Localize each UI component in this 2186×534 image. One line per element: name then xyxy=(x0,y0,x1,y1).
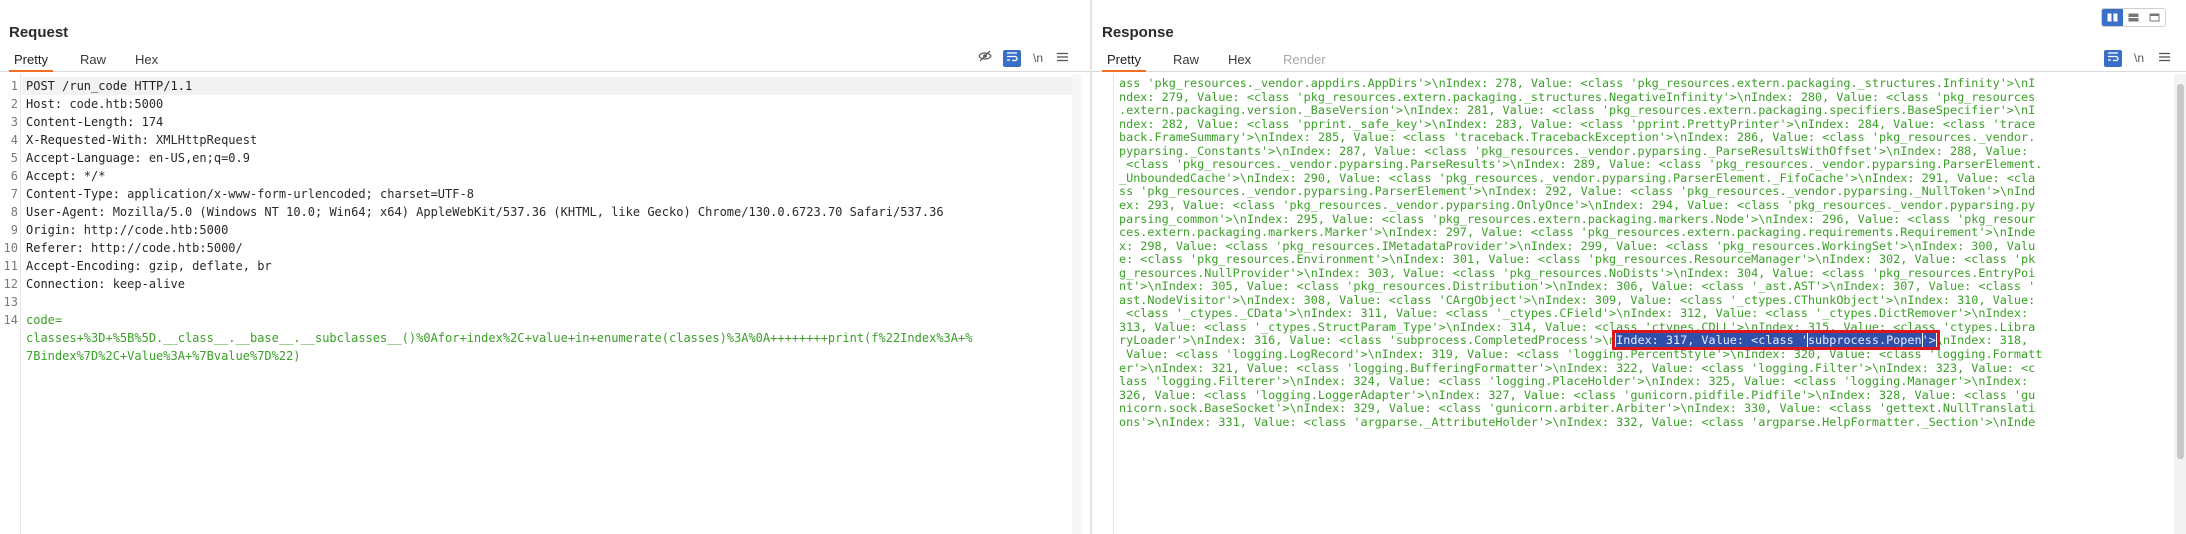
header-value: */* xyxy=(76,169,106,183)
header-name: Host: xyxy=(26,97,63,111)
stacked-layout-icon[interactable] xyxy=(2123,9,2144,26)
request-line: Content-Type: application/x-www-form-url… xyxy=(26,185,1080,203)
newline-toggle[interactable]: \n xyxy=(2130,50,2148,67)
response-editor[interactable]: ass 'pkg_resources._vendor.appdirs.AppDi… xyxy=(1119,74,2163,534)
response-scrollbar[interactable] xyxy=(2174,74,2186,534)
response-tab-render: Render xyxy=(1283,52,1326,67)
eye-slash-icon[interactable] xyxy=(976,50,994,67)
request-body-line-1: classes+%3D+%5B%5D.__class__.__base__.__… xyxy=(26,331,973,345)
header-value: code.htb:5000 xyxy=(62,97,164,111)
request-line: Host: code.htb:5000 xyxy=(26,95,1080,113)
line-gutter: 1 2 3 4 5 6 7 8 9 10 11 12 13 14 xyxy=(0,74,21,534)
header-value: http://code.htb:5000/ xyxy=(83,241,243,255)
line-number: 4 xyxy=(10,133,18,147)
response-title: Response xyxy=(1102,24,1174,41)
newline-toggle[interactable]: \n xyxy=(1029,50,1047,67)
header-value: keep-alive xyxy=(105,277,185,291)
request-line: Content-Length: 174 xyxy=(26,113,1080,131)
request-line: Accept-Encoding: gzip, deflate, br xyxy=(26,257,1080,275)
side-by-side-layout-icon[interactable] xyxy=(2102,9,2123,26)
request-line: code= xyxy=(26,311,1080,329)
line-number: 11 xyxy=(3,259,18,273)
response-tabs: Pretty Raw Hex Render xyxy=(1092,50,2186,72)
header-name: User-Agent: xyxy=(26,205,106,219)
response-tab-raw[interactable]: Raw xyxy=(1168,50,1204,72)
line-number: 8 xyxy=(10,205,18,219)
line-number: 1 xyxy=(10,79,18,93)
request-tab-hex[interactable]: Hex xyxy=(130,50,163,72)
header-name: Content-Type: xyxy=(26,187,120,201)
request-line: Origin: http://code.htb:5000 xyxy=(26,221,1080,239)
header-value: http://code.htb:5000 xyxy=(76,223,229,237)
request-line: Accept-Language: en-US,en;q=0.9 xyxy=(26,149,1080,167)
header-value: 174 xyxy=(134,115,164,129)
header-name: Accept: xyxy=(26,169,77,183)
request-line: X-Requested-With: XMLHttpRequest xyxy=(26,131,1080,149)
request-editor[interactable]: 1 2 3 4 5 6 7 8 9 10 11 12 13 14 POST /run_code HTTP/… xyxy=(0,74,1090,534)
request-line: POST /run_code HTTP/1.1 xyxy=(26,77,1080,95)
request-pane: Request Pretty Raw Hex \n 1 2 3 4 5 6 7 8 9 10 11 1… xyxy=(0,0,1090,534)
header-name: X-Requested-With: xyxy=(26,133,149,147)
request-tab-pretty[interactable]: Pretty xyxy=(9,50,53,72)
header-value: XMLHttpRequest xyxy=(148,133,258,147)
header-value: gzip, deflate, br xyxy=(141,259,272,273)
hamburger-icon[interactable] xyxy=(2156,50,2172,67)
line-number: 13 xyxy=(3,295,18,309)
response-tab-hex[interactable]: Hex xyxy=(1223,50,1256,72)
header-name: POST /run_code HTTP/1.1 xyxy=(26,79,193,93)
header-value: Mozilla/5.0 (Windows NT 10.0; Win64; x64… xyxy=(105,205,944,219)
wrap-icon[interactable] xyxy=(2104,50,2122,67)
header-value: en-US,en;q=0.9 xyxy=(141,151,250,165)
line-number: 7 xyxy=(10,187,18,201)
response-pane: Response Pretty Raw Hex Render \n ass 'p… xyxy=(1092,0,2186,534)
header-name: Accept-Language: xyxy=(26,151,142,165)
header-name: Content-Length: xyxy=(26,115,135,129)
request-body-line-2: 7Bindex%7D%2C+Value%3A+%7Bvalue%7D%22) xyxy=(26,349,301,363)
line-number: 9 xyxy=(10,223,18,237)
line-number: 12 xyxy=(3,277,18,291)
header-name: Accept-Encoding: xyxy=(26,259,142,273)
request-title: Request xyxy=(9,24,69,41)
response-line: ons'>\nIndex: 331, Value: <class 'argpar… xyxy=(1119,414,2036,429)
layout-switcher xyxy=(2101,8,2166,27)
wrap-icon[interactable] xyxy=(1003,50,1021,67)
request-line: User-Agent: Mozilla/5.0 (Windows NT 10.0… xyxy=(26,203,1080,221)
line-number: 10 xyxy=(3,241,18,255)
response-tab-pretty[interactable]: Pretty xyxy=(1102,50,1146,72)
header-name: Connection: xyxy=(26,277,106,291)
line-number: 3 xyxy=(10,115,18,129)
line-number: 5 xyxy=(10,151,18,165)
line-number: 6 xyxy=(10,169,18,183)
request-scrollbar[interactable] xyxy=(1072,74,1082,534)
header-value: application/x-www-form-urlencoded; chars… xyxy=(119,187,474,201)
header-name: code= xyxy=(26,313,63,327)
header-name: Origin: xyxy=(26,223,77,237)
hamburger-icon[interactable] xyxy=(1054,50,1070,67)
line-number: 2 xyxy=(10,97,18,111)
request-line: Connection: keep-alive xyxy=(26,275,1080,293)
header-name: Referer: xyxy=(26,241,84,255)
response-scrollbar-thumb[interactable] xyxy=(2177,84,2184,459)
request-tab-raw[interactable]: Raw xyxy=(75,50,111,72)
request-line: Referer: http://code.htb:5000/ xyxy=(26,239,1080,257)
line-number: 14 xyxy=(3,313,18,327)
tabbed-layout-icon[interactable] xyxy=(2144,9,2165,26)
request-tabs: Pretty Raw Hex xyxy=(0,50,1090,72)
annotation-highlight-box xyxy=(1612,330,1940,351)
request-line: Accept: */* xyxy=(26,167,1080,185)
line-gutter xyxy=(1092,74,1114,534)
